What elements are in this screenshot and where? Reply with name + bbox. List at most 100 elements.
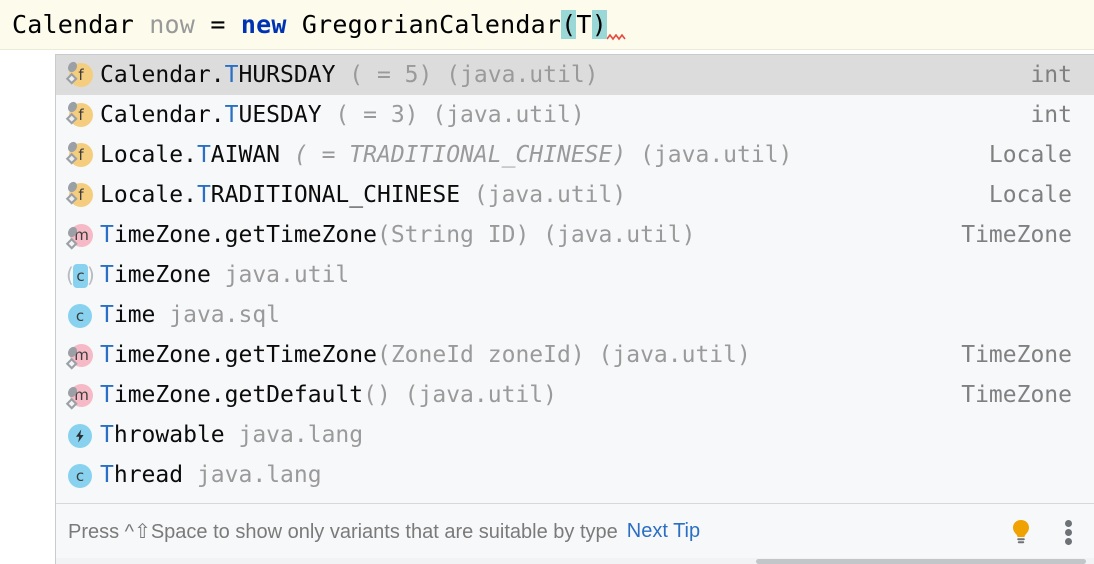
item-package: (java.util) [432,62,599,88]
completion-item[interactable]: m TimeZone.getTimeZone(String ID) (java.u… [56,215,1094,255]
code-token-10: T [576,10,592,39]
code-token-3 [195,10,210,39]
item-package: (java.util) [460,182,627,208]
item-package: (java.util) [529,222,696,248]
code-token-4: = [210,10,226,39]
item-name: imeZone [113,262,211,288]
item-package: java.sql [155,302,281,328]
completion-item-type: TimeZone [961,342,1072,368]
completion-item-label: Calendar.THURSDAY ( = 5) (java.util) [94,60,1030,90]
code-token-9: ( [561,10,577,39]
item-package: java.util [210,262,350,288]
kebab-dot [1065,538,1072,545]
item-package: java.lang [183,462,322,488]
code-token-2: now [149,10,196,39]
completion-item[interactable]: f Calendar.TUESDAY ( = 3) (java.util) int [56,95,1094,135]
completion-item[interactable]: c Thread java.lang [56,455,1094,495]
completion-item[interactable]: f Calendar.THURSDAY ( = 5) (java.util) int [56,55,1094,95]
item-matched-prefix: T [100,262,114,288]
lightbulb-icon[interactable] [1006,516,1036,546]
completion-item[interactable]: Throwable java.lang [56,415,1094,455]
item-matched-prefix: T [224,102,239,128]
completion-item-label: TimeZone.getTimeZone(ZoneId zoneId) (jav… [94,340,961,370]
item-detail: ( = TRADITIONAL_CHINESE) [280,142,627,168]
completion-item[interactable]: c Time java.sql [56,295,1094,335]
completion-item-type: Locale [988,142,1072,168]
item-matched-prefix: T [196,142,211,168]
completion-item-type: int [1030,62,1072,88]
code-token-11: ) [591,10,607,39]
item-qualifier: Locale. [100,142,197,168]
field-icon: f [64,100,94,130]
item-name: hrowable [113,422,225,448]
completion-item-label: Thread java.lang [94,460,1072,490]
class-icon: c [64,300,94,330]
item-qualifier: Calendar. [100,62,225,88]
completion-item-type: Locale [988,182,1072,208]
field-icon: f [64,60,94,90]
error-squiggle-icon [606,32,626,41]
completion-item[interactable]: f Locale.TAIWAN ( = TRADITIONAL_CHINESE) … [56,135,1094,175]
completion-item-label: TimeZone.getDefault() (java.util) [94,380,961,410]
code-token-6: new [240,10,287,39]
completion-item-label: Calendar.TUESDAY ( = 3) (java.util) [94,100,1030,130]
item-name: UESDAY [238,102,322,128]
kebab-menu-icon[interactable] [1058,516,1080,546]
method-icon: m [64,340,94,370]
completion-item[interactable]: m TimeZone.getDefault() (java.util) TimeZo… [56,375,1094,415]
completion-item[interactable]: ThreadDeath java.lang [56,495,1094,503]
item-name: HURSDAY [238,62,336,88]
item-package: (java.util) [390,382,557,408]
completion-hint-text: Press ^⇧Space to show only variants that… [68,520,618,543]
class-glyph: c [68,464,92,488]
item-matched-prefix: T [100,462,114,488]
class-icon: c [64,460,94,490]
completion-item-list[interactable]: f Calendar.THURSDAY ( = 5) (java.util) int… [56,55,1094,503]
kebab-dot [1065,520,1072,527]
completion-item-type: TimeZone [961,222,1072,248]
next-tip-link[interactable]: Next Tip [627,520,700,543]
item-name: imeZone.getDefault [113,382,364,408]
item-matched-prefix: T [100,422,114,448]
completion-item-label: Locale.TRADITIONAL_CHINESE (java.util) [94,180,989,210]
throwable-icon [64,420,94,450]
item-package: (java.util) [584,342,751,368]
completion-item-label: TimeZone java.util [94,260,1072,290]
horizontal-scrollbar-thumb[interactable] [756,559,1086,564]
item-detail: ( = 5) [335,62,433,88]
code-token-1 [134,10,149,39]
throwable-glyph [68,424,92,448]
item-matched-prefix: T [196,182,211,208]
method-icon: m [64,220,94,250]
item-package: (java.util) [418,102,585,128]
code-token-5 [226,10,241,39]
completion-item[interactable]: f Locale.TRADITIONAL_CHINESE (java.util) L… [56,175,1094,215]
method-icon: m [64,380,94,410]
code-completion-popup[interactable]: f Calendar.THURSDAY ( = 5) (java.util) int… [55,54,1094,564]
item-matched-prefix: T [100,222,114,248]
completion-item-type: TimeZone [961,382,1072,408]
item-matched-prefix: T [100,382,114,408]
completion-status-bar: Press ^⇧Space to show only variants that… [56,503,1094,558]
item-qualifier: Locale. [100,182,197,208]
completion-item[interactable]: (c) TimeZone java.util [56,255,1094,295]
item-detail: () [363,382,391,408]
item-detail: (String ID) [376,222,530,248]
item-matched-prefix: T [100,302,114,328]
abstract-class-glyph: c [73,264,88,288]
editor-current-line[interactable]: Calendar now = new GregorianCalendar(T) [0,0,1094,50]
item-name: hread [113,462,184,488]
field-icon: f [64,140,94,170]
horizontal-scrollbar[interactable] [56,558,1094,564]
completion-item[interactable]: m TimeZone.getTimeZone(ZoneId zoneId) (ja… [56,335,1094,375]
code-line-text[interactable]: Calendar now = new GregorianCalendar(T) [12,9,626,41]
code-token-8: GregorianCalendar [301,10,562,39]
item-name: imeZone.getTimeZone [113,222,377,248]
completion-item-label: Throwable java.lang [94,420,1072,450]
item-matched-prefix: T [100,342,114,368]
item-matched-prefix: T [224,62,239,88]
completion-item-label: Locale.TAIWAN ( = TRADITIONAL_CHINESE) (… [94,140,989,170]
item-name: RADITIONAL_CHINESE [210,182,461,208]
completion-item-label: TimeZone.getTimeZone(String ID) (java.ut… [94,220,961,250]
code-token-0: Calendar [12,10,135,39]
